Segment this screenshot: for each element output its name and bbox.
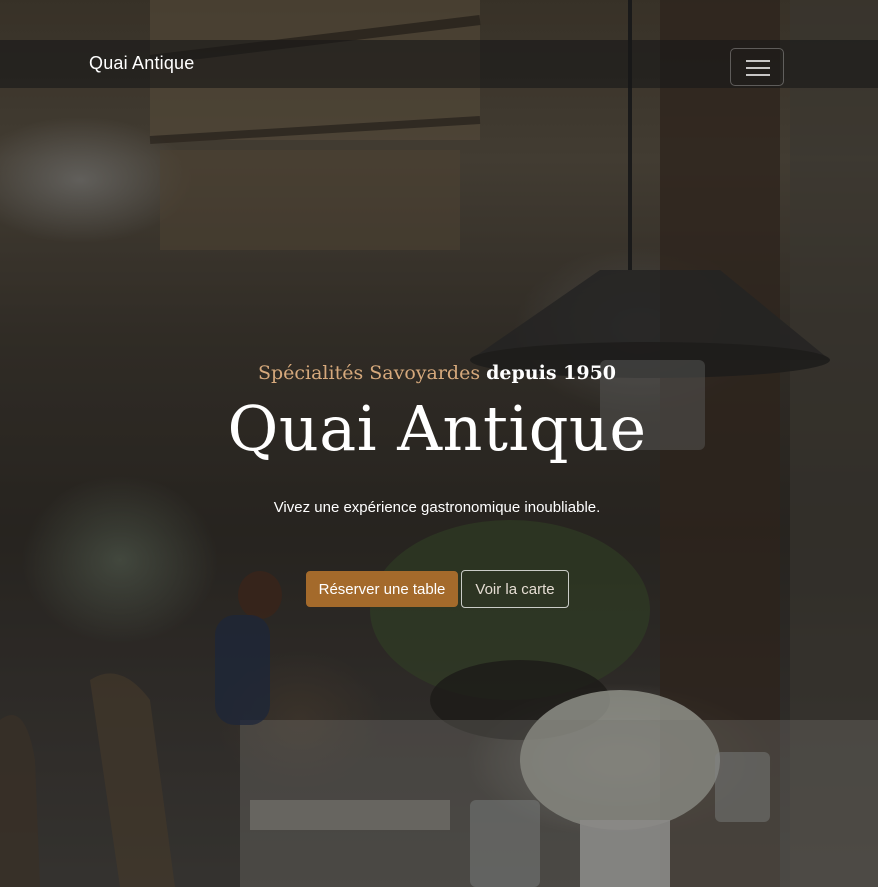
hero-title: Quai Antique — [227, 392, 647, 465]
navbar-toggler-button[interactable] — [730, 48, 784, 86]
navbar-brand-link[interactable]: Quai Antique — [89, 53, 194, 74]
top-navbar: Quai Antique — [0, 40, 878, 88]
hero-tagline: Vivez une expérience gastronomique inoub… — [273, 499, 601, 516]
view-menu-button[interactable]: Voir la carte — [461, 570, 569, 608]
hero-kicker-strong: depuis 1950 — [486, 362, 617, 384]
hamburger-menu-icon-bar — [746, 67, 770, 69]
reserve-table-button[interactable]: Réserver une table — [306, 571, 458, 607]
hamburger-menu-icon-bar — [746, 74, 770, 76]
hero-kicker: Spécialités Savoyardes depuis 1950 — [0, 362, 874, 384]
hamburger-menu-icon — [746, 60, 770, 62]
hero-kicker-accent: Spécialités Savoyardes — [257, 362, 481, 384]
hero-section: Quai Antique Spécialités Savoyardes depu… — [0, 0, 878, 887]
